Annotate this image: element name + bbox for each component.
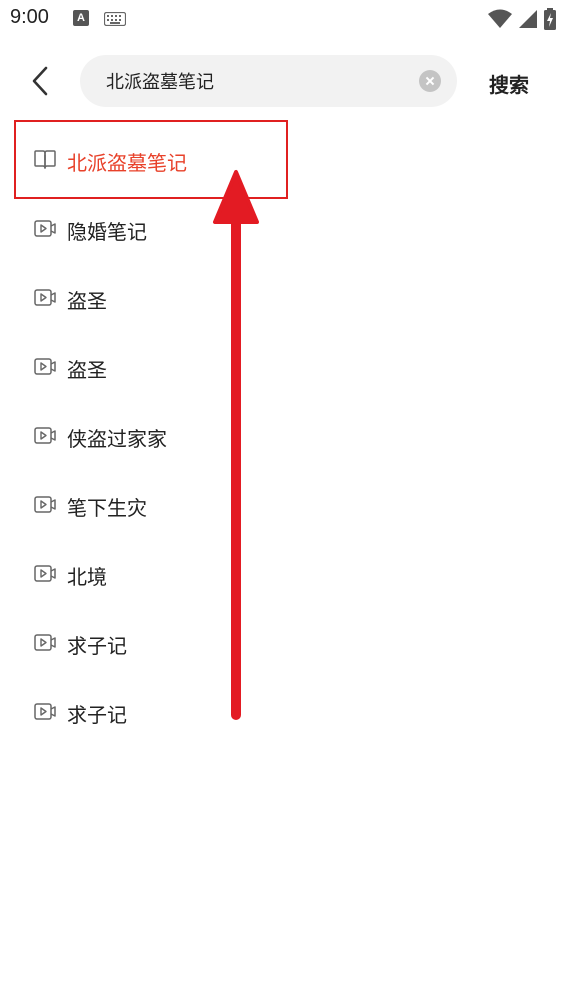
video-icon [34, 220, 56, 237]
video-icon [34, 496, 56, 513]
search-input[interactable]: 北派盗墓笔记 [80, 55, 457, 107]
suggestion-item[interactable]: 北境 [0, 540, 564, 609]
video-icon [34, 565, 56, 582]
video-icon [34, 358, 56, 375]
video-icon [34, 427, 56, 444]
suggestion-item[interactable]: 隐婚笔记 [0, 195, 564, 264]
suggestion-item[interactable]: 求子记 [0, 678, 564, 747]
battery-charging-icon [544, 8, 556, 30]
suggestion-label: 盗圣 [67, 289, 107, 313]
video-icon [34, 289, 56, 306]
suggestion-item[interactable]: 北派盗墓笔记 [0, 126, 564, 195]
suggestion-label: 北境 [67, 565, 107, 589]
suggestion-item[interactable]: 求子记 [0, 609, 564, 678]
suggestion-label: 求子记 [67, 703, 127, 727]
status-time: 9:00 [10, 6, 49, 28]
keyboard-icon [104, 12, 126, 26]
video-icon [34, 634, 56, 651]
text-a-icon: A [73, 10, 89, 26]
suggestion-label: 笔下生灾 [67, 496, 147, 520]
suggestion-item[interactable]: 笔下生灾 [0, 471, 564, 540]
video-icon [34, 703, 56, 720]
suggestion-label: 求子记 [67, 634, 127, 658]
suggestion-label: 隐婚笔记 [67, 220, 147, 244]
book-icon [34, 150, 56, 169]
back-button[interactable] [22, 60, 60, 102]
search-button[interactable]: 搜索 [489, 69, 529, 98]
suggestion-label: 盗圣 [67, 358, 107, 382]
signal-icon [519, 10, 537, 28]
status-bar: 9:00 A [0, 0, 564, 38]
suggestion-label: 北派盗墓笔记 [67, 151, 187, 175]
suggestion-item[interactable]: 侠盗过家家 [0, 402, 564, 471]
back-arrow-icon [32, 66, 48, 96]
wifi-icon [488, 9, 512, 28]
search-query[interactable]: 北派盗墓笔记 [106, 68, 214, 94]
suggestion-label: 侠盗过家家 [67, 427, 167, 451]
suggestion-item[interactable]: 盗圣 [0, 333, 564, 402]
clear-icon[interactable] [419, 70, 441, 92]
suggestion-item[interactable]: 盗圣 [0, 264, 564, 333]
